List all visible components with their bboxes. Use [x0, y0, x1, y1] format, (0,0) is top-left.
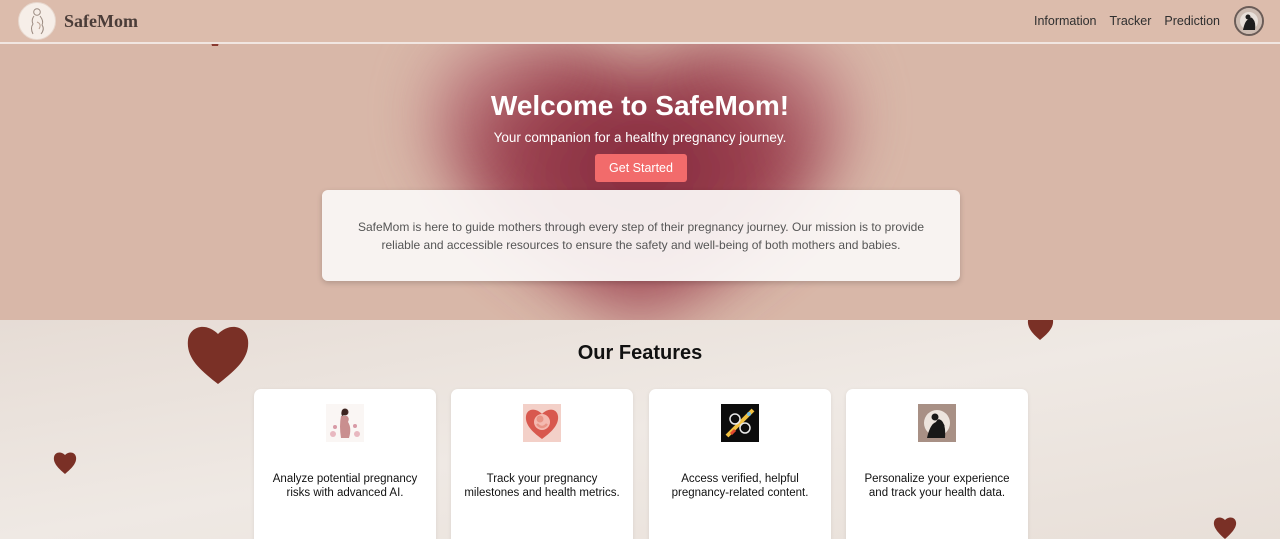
mission-text: SafeMom is here to guide mothers through… [357, 219, 925, 252]
feature-card-risk-analysis[interactable]: Analyze potential pregnancy risks with a… [254, 389, 436, 539]
navbar: SafeMom Information Tracker Prediction [0, 0, 1280, 44]
features-title: Our Features [577, 342, 703, 364]
mother-child-icon [918, 404, 956, 442]
hero-title: Welcome to SafeMom! [490, 90, 790, 121]
brand-name: SafeMom [64, 10, 138, 31]
logo-icon [18, 2, 56, 40]
feature-text: Personalize your experience and track yo… [864, 473, 1010, 499]
nav-link-prediction[interactable]: Prediction [1164, 14, 1220, 28]
feature-text: Analyze potential pregnancy risks with a… [272, 473, 418, 499]
feature-card-personalize[interactable]: Personalize your experience and track yo… [846, 389, 1028, 539]
feature-text: Access verified, helpful pregnancy-relat… [671, 473, 809, 499]
nav-links: Information Tracker Prediction [1034, 6, 1264, 36]
hero-section: Welcome to SafeMom! Your companion for a… [0, 44, 1280, 320]
feature-card-tracker[interactable]: Track your pregnancy milestones and heal… [451, 389, 633, 539]
profile-icon [1236, 8, 1262, 34]
feature-text: Track your pregnancy milestones and heal… [464, 473, 620, 499]
nav-link-information[interactable]: Information [1034, 14, 1097, 28]
nav-link-tracker[interactable]: Tracker [1110, 14, 1152, 28]
brand[interactable]: SafeMom [18, 2, 138, 40]
mission-statement: SafeMom is here to guide mothers through… [322, 190, 960, 281]
hero-subtitle: Your companion for a healthy pregnancy j… [493, 130, 787, 145]
heart-baby-icon [523, 404, 561, 442]
get-started-button[interactable]: Get Started [595, 154, 687, 182]
pregnant-woman-icon [326, 404, 364, 442]
medical-content-icon [721, 404, 759, 442]
avatar[interactable] [1234, 6, 1264, 36]
feature-card-content[interactable]: Access verified, helpful pregnancy-relat… [649, 389, 831, 539]
features-section: Our Features Analyze potential pregnancy… [0, 320, 1280, 539]
